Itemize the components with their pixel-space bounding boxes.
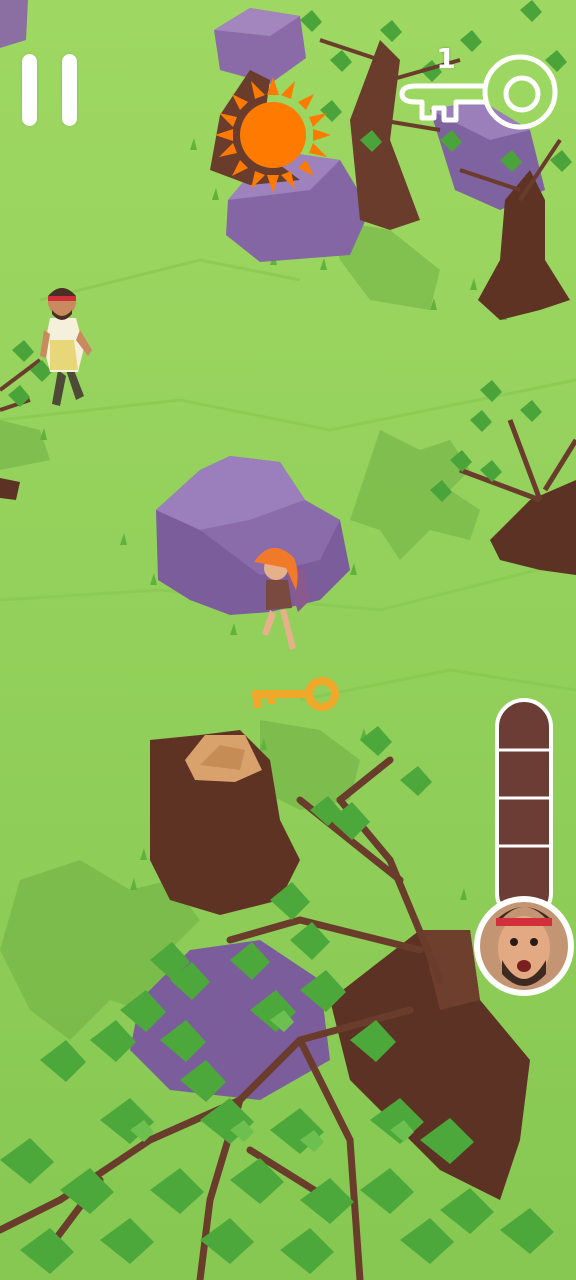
key-counter: 1 bbox=[398, 40, 564, 136]
game-scene bbox=[0, 0, 576, 1280]
sun-icon bbox=[215, 77, 331, 193]
pause-button[interactable] bbox=[18, 52, 82, 130]
pursuer-danger-meter bbox=[472, 698, 576, 998]
pause-icon bbox=[22, 54, 37, 126]
key-outline-icon bbox=[399, 54, 558, 130]
key-count: 1 bbox=[436, 42, 456, 75]
pursuer-avatar bbox=[474, 896, 574, 996]
